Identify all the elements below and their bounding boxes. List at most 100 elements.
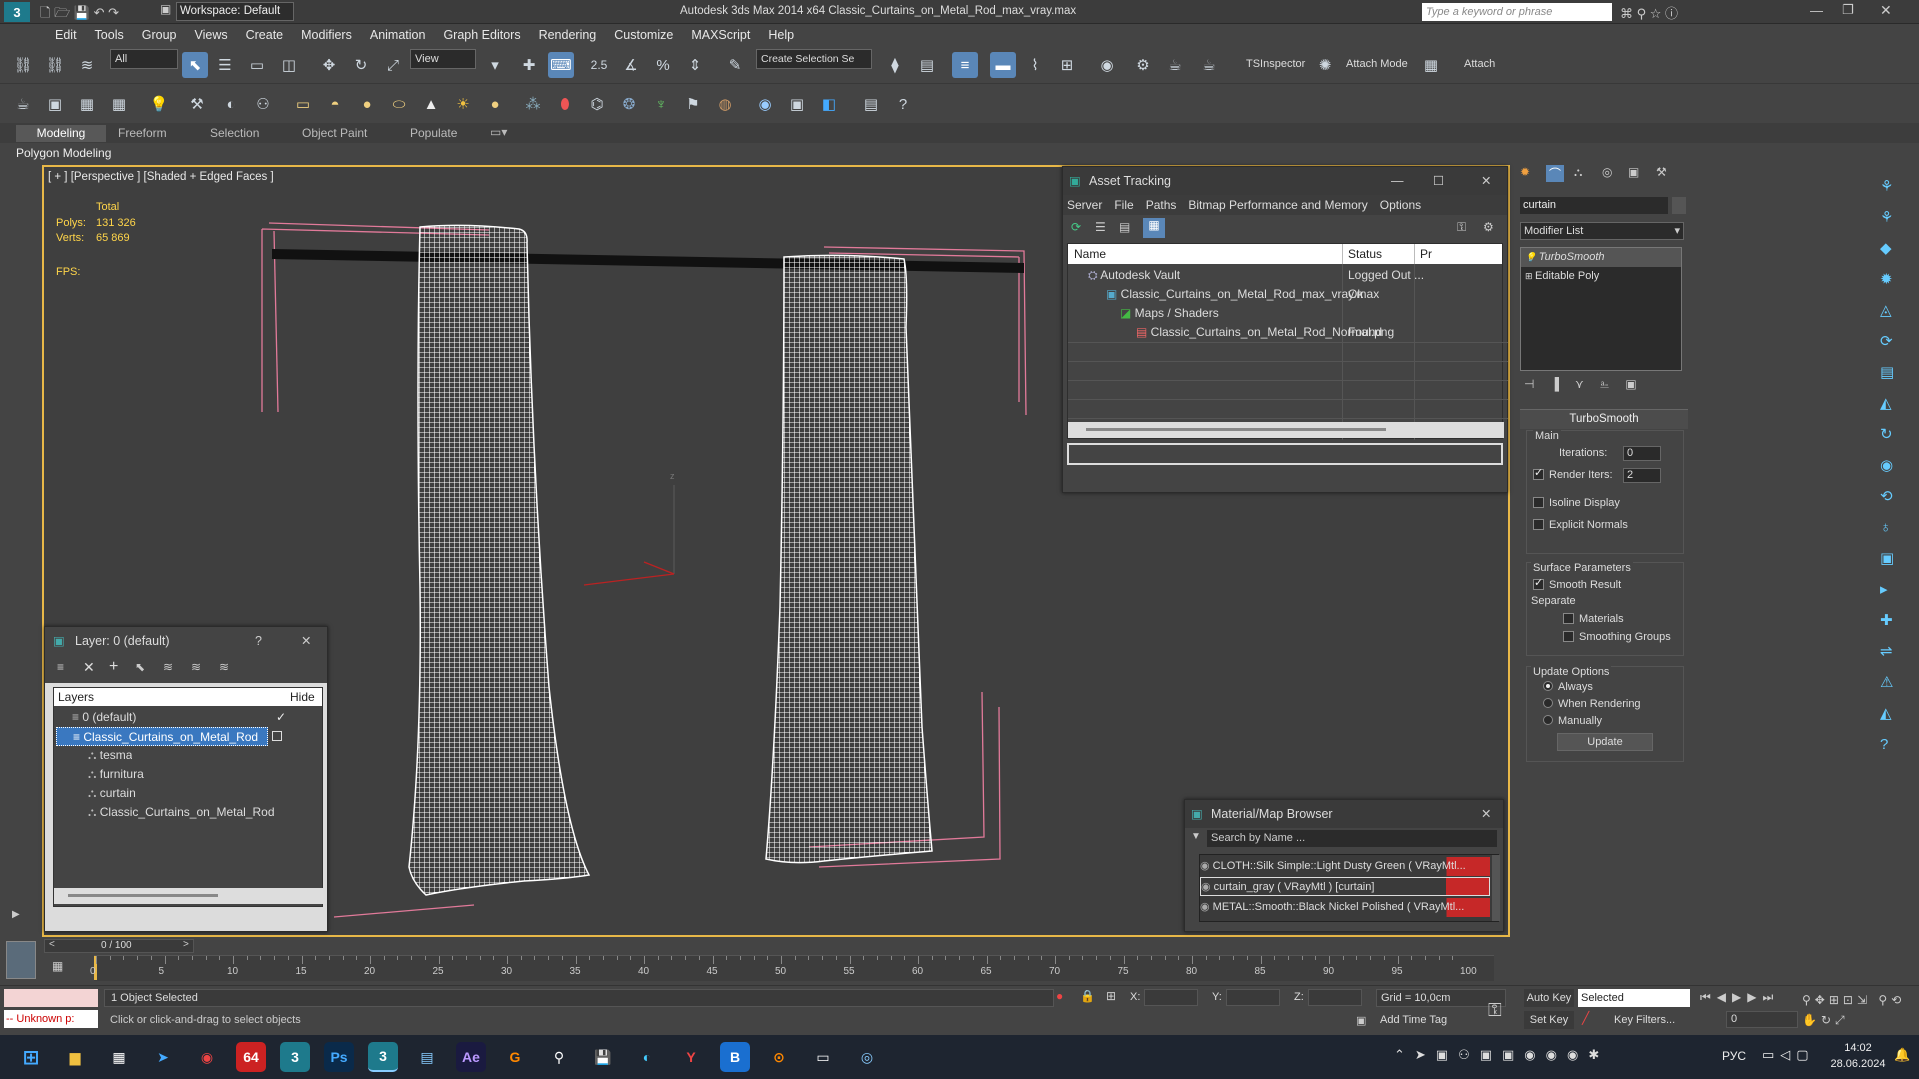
set-key-icon[interactable]: ╱ xyxy=(1582,1011,1589,1025)
network-icon[interactable]: ⚇ xyxy=(250,91,276,117)
motion-tab-icon[interactable]: ◎ xyxy=(1602,165,1612,179)
layer-object[interactable]: ⛬ curtain xyxy=(88,784,136,803)
col-name[interactable]: Name xyxy=(1074,247,1106,261)
attach-mode-button[interactable]: Attach Mode xyxy=(1346,58,1408,70)
create-tab-icon[interactable]: ✹ xyxy=(1520,165,1530,179)
playback-controls[interactable]: ⏮◀▶▶⏭ xyxy=(1700,990,1779,1005)
polygon-modeling-label[interactable]: Polygon Modeling xyxy=(16,146,111,160)
tsinspector-button[interactable]: TSInspector xyxy=(1246,58,1305,70)
layer-hide-toggle[interactable] xyxy=(272,731,282,741)
keyboard-language[interactable]: РУС xyxy=(1722,1049,1746,1063)
layer-item-selected[interactable]: ≡ Classic_Curtains_on_Metal_Rod xyxy=(56,727,268,746)
mini-listener[interactable] xyxy=(6,941,36,979)
save-app-icon[interactable]: 💾 xyxy=(588,1042,618,1072)
asset-horizontal-scrollbar[interactable] xyxy=(1068,422,1504,438)
asset-tracking-titlebar[interactable]: ▣ Asset Tracking — ☐ ✕ xyxy=(1063,167,1507,195)
menu-graph-editors[interactable]: Graph Editors xyxy=(434,24,529,46)
smoothing-groups-row[interactable]: Smoothing Groups xyxy=(1563,630,1671,643)
remove-modifier-icon[interactable]: ⎁ xyxy=(1600,377,1610,391)
x-coord-field[interactable] xyxy=(1144,989,1198,1006)
edit-named-selection-icon[interactable]: ✎ xyxy=(722,52,748,78)
col-status[interactable]: Status xyxy=(1348,247,1382,261)
render-iters-row[interactable]: Render Iters: xyxy=(1533,466,1613,481)
menu-maxscript[interactable]: MAXScript xyxy=(682,24,759,46)
align-icon[interactable]: ▤ xyxy=(914,52,940,78)
mesh-icon[interactable]: ❂ xyxy=(616,91,642,117)
close-button[interactable]: ✕ xyxy=(1880,2,1892,19)
freeze-all-icon[interactable]: ≋ xyxy=(219,660,229,674)
rollout-header[interactable]: TurboSmooth xyxy=(1520,410,1688,429)
layer-object[interactable]: ⛬ furnitura xyxy=(88,765,144,784)
materials-checkbox[interactable] xyxy=(1563,612,1574,624)
infocenter-icons[interactable]: ⌘ ⚲ ☆ ⓘ xyxy=(1620,3,1678,22)
object-color-swatch[interactable] xyxy=(1672,197,1686,214)
ref-coord-dropdown[interactable]: View xyxy=(410,49,476,69)
render-icon[interactable]: ▣ xyxy=(42,91,68,117)
layer-item[interactable]: ≡ 0 (default) ✓ xyxy=(72,708,316,727)
key-filters-button[interactable]: Key Filters... xyxy=(1614,1011,1675,1029)
window-crossing-icon[interactable]: ◫ xyxy=(276,52,302,78)
layer-explorer-icon[interactable]: ≡ xyxy=(952,52,978,78)
asset-path-field[interactable] xyxy=(1067,443,1503,465)
absolute-mode-icon[interactable]: ⊞ xyxy=(1106,989,1116,1003)
always-row[interactable]: Always xyxy=(1543,681,1593,693)
search-app-icon[interactable]: ⚲ xyxy=(544,1042,574,1072)
always-radio[interactable] xyxy=(1543,681,1553,692)
panel-icon[interactable]: ▦ xyxy=(106,91,132,117)
clipper-icon[interactable]: ◍ xyxy=(712,91,738,117)
chrome-icon[interactable]: ◉ xyxy=(192,1042,222,1072)
when-rendering-radio[interactable] xyxy=(1543,698,1553,709)
unlink-icon[interactable]: ⛓ xyxy=(42,52,68,78)
stack-item-editable-poly[interactable]: ⊞ Editable Poly xyxy=(1521,267,1681,286)
material-browser-titlebar[interactable]: ▣ Material/Map Browser ✕ xyxy=(1185,800,1503,828)
asset-maximize-button[interactable]: ☐ xyxy=(1433,167,1444,195)
current-frame-field[interactable]: 0 xyxy=(1726,1011,1798,1028)
quick-access-icons[interactable]: 🗋 🗁 💾 ↶ ↷ xyxy=(40,4,119,26)
3dsmax-icon-active[interactable]: 3 xyxy=(368,1042,398,1072)
ies-light-icon[interactable]: ⬭ xyxy=(386,91,412,117)
menu-rendering[interactable]: Rendering xyxy=(530,24,606,46)
configure-sets-icon[interactable]: ▣ xyxy=(1625,377,1636,391)
display-tab-icon[interactable]: ▣ xyxy=(1628,165,1639,179)
layer-object[interactable]: ⛬ Classic_Curtains_on_Metal_Rod xyxy=(88,803,275,822)
material-scrollbar[interactable] xyxy=(1492,855,1500,921)
percent-snap-icon[interactable]: % xyxy=(650,52,676,78)
track-bar[interactable]: 0 5 10 15 20 25 30 35 40 45 50 55 60 65 70 75 80 85 90 95 10… xyxy=(90,955,1494,981)
teapot-icon[interactable]: ☕ xyxy=(10,91,36,117)
layer-close-button[interactable]: ✕ xyxy=(301,627,311,655)
scene-convert-icon[interactable]: ◧ xyxy=(816,91,842,117)
time-tag-icon[interactable]: ▣ xyxy=(1356,1014,1366,1027)
prev-frame-icon[interactable]: < xyxy=(49,939,55,950)
render-setup-icon[interactable]: ⚙ xyxy=(1130,52,1156,78)
telegram-icon[interactable]: ➤ xyxy=(148,1042,178,1072)
stack-item-turbosmooth[interactable]: 💡 TurboSmooth xyxy=(1521,248,1681,267)
menu-views[interactable]: Views xyxy=(185,24,236,46)
menu-group[interactable]: Group xyxy=(133,24,186,46)
material-editor-icon[interactable]: ◉ xyxy=(1094,52,1120,78)
pivot-icon[interactable]: ▾ xyxy=(482,52,508,78)
isolate-icon[interactable]: ● xyxy=(1056,989,1063,1003)
windows-start-icon[interactable]: ⊞ xyxy=(16,1042,46,1072)
table-row[interactable]: ◪ Maps / Shaders xyxy=(1120,304,1219,323)
mirror-icon[interactable]: ⧫ xyxy=(882,52,908,78)
g-app-icon[interactable]: G xyxy=(500,1042,530,1072)
sun-icon[interactable]: ☀ xyxy=(450,91,476,117)
col-hide[interactable]: Hide xyxy=(290,690,315,704)
headphones-icon[interactable]: ⊙ xyxy=(764,1042,794,1072)
displacement-icon[interactable]: ⌬ xyxy=(584,91,610,117)
update-button[interactable]: Update xyxy=(1557,733,1653,751)
table-row[interactable]: ⛭ Autodesk Vault xyxy=(1088,266,1180,285)
right-tool-icons[interactable]: ⚘ ⚘ ◆ ✹ ◬ ⟳ ▤ ◭ ↻ ◉ ⟲ ♁ ▣ ▸ ✚ ⇌ ⚠ ◭? xyxy=(1880,171,1900,760)
proxy-icon[interactable]: ⬮ xyxy=(552,91,578,117)
scale-icon[interactable]: ⤢ xyxy=(380,52,406,78)
restore-button[interactable]: ❐ xyxy=(1842,2,1854,18)
delete-layer-icon[interactable]: ✕ xyxy=(83,659,95,676)
explicit-normals-checkbox[interactable] xyxy=(1533,518,1544,530)
after-effects-icon[interactable]: Ae xyxy=(456,1042,486,1072)
layer-object[interactable]: ⛬ tesma xyxy=(88,746,132,765)
hair-icon[interactable]: ♆ xyxy=(648,91,674,117)
tab-freeform[interactable]: Freeform xyxy=(118,126,167,140)
3dsmax-icon-1[interactable]: 3 xyxy=(280,1042,310,1072)
auto-key-button[interactable]: Auto Key xyxy=(1524,989,1574,1007)
tree-view-icon[interactable]: ▤ xyxy=(1119,220,1130,234)
